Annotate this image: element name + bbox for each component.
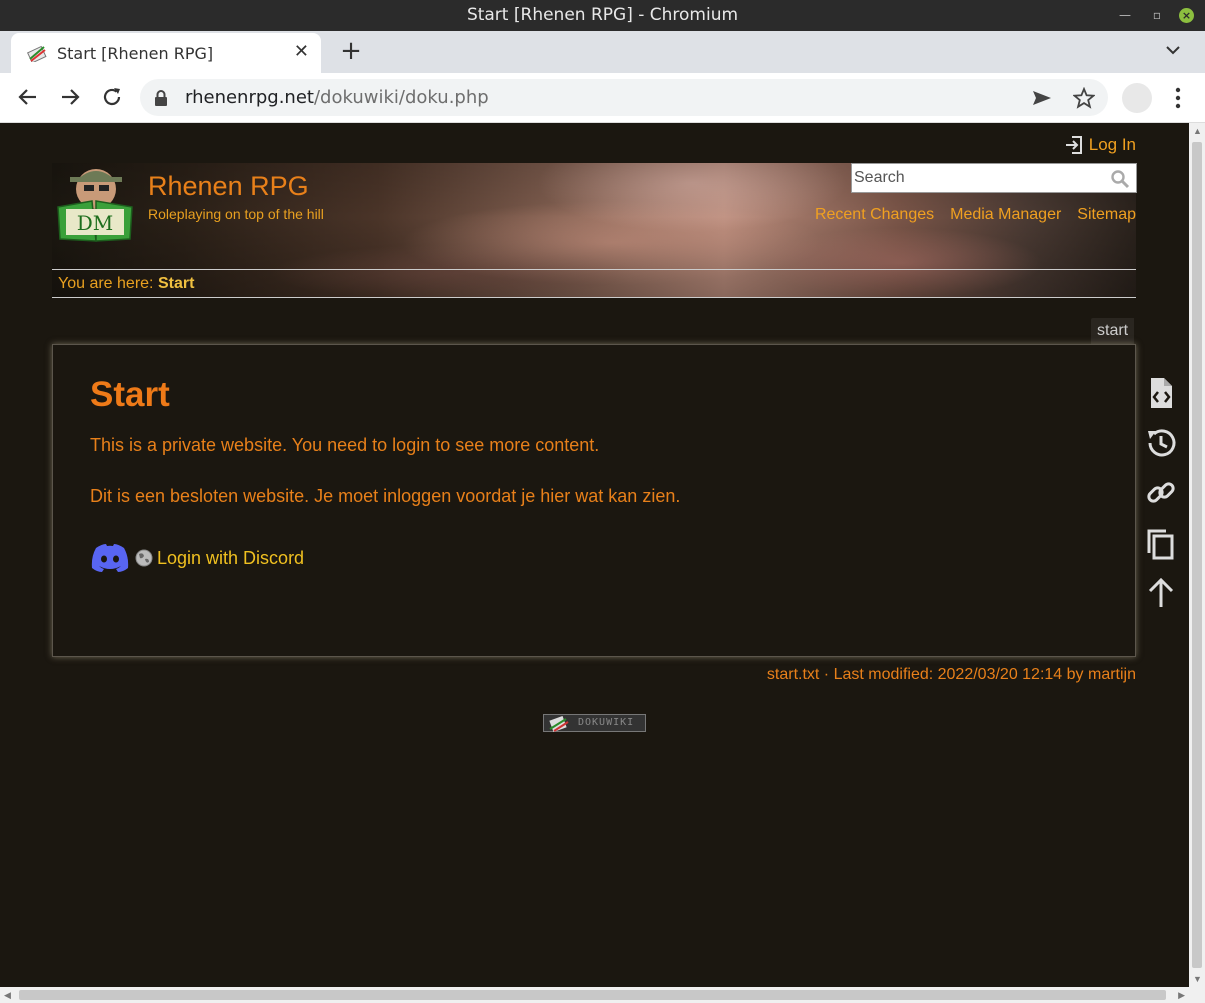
horizontal-scroll-thumb[interactable]	[19, 990, 1166, 1000]
copy-icon[interactable]	[1144, 525, 1178, 561]
browser-toolbar: rhenenrpg.net/dokuwiki/doku.php	[0, 73, 1205, 123]
forward-arrow-icon[interactable]	[58, 85, 82, 109]
window-close-icon[interactable]: ×	[1179, 8, 1194, 23]
scroll-right-arrow-icon[interactable]: ▶	[1178, 990, 1185, 1001]
minimize-icon[interactable]: —	[1119, 0, 1131, 31]
dokuwiki-favicon-icon	[27, 45, 47, 62]
url-host: rhenenrpg.net	[185, 87, 314, 108]
logo-text: DM	[77, 211, 114, 235]
bookmark-star-icon[interactable]	[1073, 87, 1095, 109]
tab-search-chevron-icon[interactable]	[1163, 40, 1183, 60]
maximize-icon[interactable]: ▫	[1153, 0, 1161, 31]
site-tools: Recent Changes Media Manager Sitemap	[815, 206, 1136, 224]
media-manager-link[interactable]: Media Manager	[950, 206, 1061, 224]
site-header: DM Rhenen RPG Roleplaying on top of the …	[52, 163, 1137, 298]
discord-login: Login with Discord	[90, 543, 304, 573]
sitemap-link[interactable]: Sitemap	[1077, 206, 1136, 224]
scroll-left-arrow-icon[interactable]: ◀	[4, 990, 11, 1001]
site-title[interactable]: Rhenen RPG	[148, 171, 309, 202]
show-pagesource-icon[interactable]	[1144, 375, 1178, 411]
scroll-down-arrow-icon[interactable]: ▼	[1193, 974, 1202, 984]
dokuwiki-logo-icon	[549, 716, 569, 732]
backlinks-icon[interactable]	[1144, 475, 1178, 511]
globe-icon	[135, 549, 153, 567]
window-titlebar: Start [Rhenen RPG] - Chromium — ▫ ×	[0, 0, 1205, 31]
login-icon	[1065, 136, 1082, 154]
recent-changes-link[interactable]: Recent Changes	[815, 206, 934, 224]
lock-icon[interactable]	[154, 90, 168, 106]
page-viewport: Log In DM Rhenen RPG Roleplaying on top …	[0, 123, 1189, 987]
tab-strip: Start [Rhenen RPG] ✕ +	[0, 31, 1205, 73]
url-path: /dokuwiki/doku.php	[313, 87, 489, 108]
dokuwiki-badge-text: DOKUWIKI	[578, 717, 635, 728]
discord-icon[interactable]	[90, 543, 130, 573]
search-icon[interactable]	[1110, 169, 1130, 189]
login-with-discord-link[interactable]: Login with Discord	[157, 548, 304, 569]
breadcrumb: You are here: Start	[52, 269, 1136, 298]
window-title: Start [Rhenen RPG] - Chromium	[466, 5, 739, 25]
login-link[interactable]: Log In	[1065, 135, 1136, 155]
horizontal-scrollbar[interactable]: ◀ ▶	[0, 987, 1205, 1003]
scroll-up-arrow-icon[interactable]: ▲	[1193, 126, 1202, 136]
address-bar[interactable]: rhenenrpg.net/dokuwiki/doku.php	[140, 79, 1108, 116]
breadcrumb-label: You are here:	[58, 275, 154, 292]
reload-icon[interactable]	[100, 85, 124, 109]
page-id: start	[1091, 318, 1135, 344]
vertical-scroll-thumb[interactable]	[1192, 142, 1202, 968]
page-content: Start This is a private website. You nee…	[52, 344, 1136, 657]
login-label: Log In	[1088, 135, 1136, 154]
browser-menu-icon[interactable]	[1166, 85, 1190, 111]
intro-paragraph-en: This is a private website. You need to l…	[90, 435, 600, 455]
url-text[interactable]: rhenenrpg.net/dokuwiki/doku.php	[185, 87, 489, 108]
site-logo[interactable]: DM	[52, 163, 136, 243]
new-tab-button[interactable]: +	[338, 37, 364, 65]
vertical-scrollbar[interactable]: ▲ ▼	[1189, 123, 1205, 987]
search-input[interactable]	[854, 168, 1104, 188]
profile-avatar-icon[interactable]	[1122, 83, 1152, 113]
doc-info: start.txt · Last modified: 2022/03/20 12…	[766, 666, 1136, 683]
site-tagline: Roleplaying on top of the hill	[148, 206, 324, 222]
page-title: Start	[90, 375, 170, 414]
dokuwiki-badge[interactable]: DOKUWIKI	[543, 714, 646, 732]
tab-close-icon[interactable]: ✕	[294, 41, 309, 62]
intro-paragraph-nl: Dit is een besloten website. Je moet inl…	[90, 486, 681, 506]
back-arrow-icon[interactable]	[16, 85, 40, 109]
tab-start[interactable]: Start [Rhenen RPG] ✕	[11, 33, 321, 73]
search-form	[851, 163, 1137, 193]
breadcrumb-current[interactable]: Start	[158, 275, 194, 292]
back-to-top-icon[interactable]	[1144, 575, 1178, 611]
old-revisions-icon[interactable]	[1144, 425, 1178, 461]
send-tab-icon[interactable]	[1031, 87, 1053, 109]
tab-title: Start [Rhenen RPG]	[57, 44, 214, 63]
